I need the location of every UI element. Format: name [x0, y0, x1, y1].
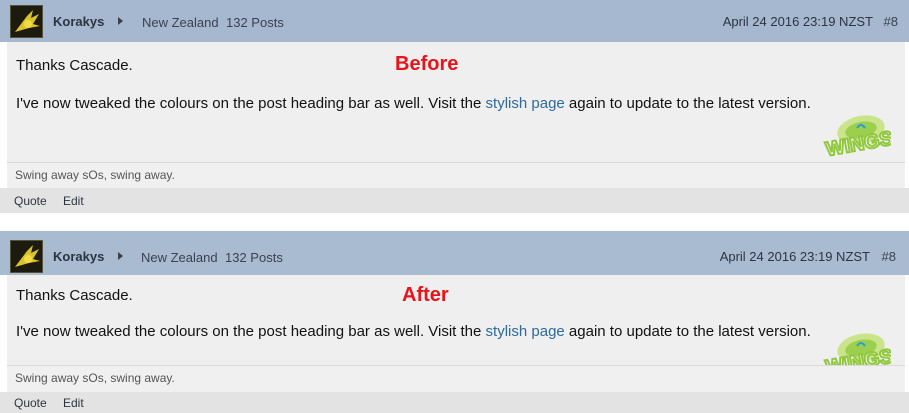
- post-text-segment: I've now tweaked the colours on the post…: [16, 323, 486, 340]
- arrow-right-icon[interactable]: [118, 252, 123, 260]
- post-count: 132 Posts: [226, 15, 284, 30]
- winged-emblem-icon: [11, 241, 42, 272]
- post-date: April 24 2016 23:19 NZST: [722, 14, 873, 29]
- stylish-page-link[interactable]: stylish page: [486, 95, 565, 112]
- signature: Swing away sOs, swing away.: [7, 162, 905, 189]
- signature: Swing away sOs, swing away.: [7, 365, 905, 392]
- username[interactable]: Korakys: [53, 14, 104, 29]
- signature-text: Swing away sOs, swing away.: [15, 168, 175, 182]
- quote-button[interactable]: Quote: [14, 194, 47, 208]
- post-number[interactable]: #8: [884, 14, 898, 29]
- before-label: Before: [395, 53, 459, 75]
- post-count: 132 Posts: [225, 250, 283, 265]
- wings-logo-text: WINGS: [824, 127, 891, 160]
- wings-logo: WINGS: [823, 115, 891, 162]
- post-text-segment: again to update to the latest version.: [564, 95, 811, 112]
- edit-button[interactable]: Edit: [63, 194, 84, 208]
- post-header: Korakys New Zealand 132 Posts April 24 2…: [0, 231, 909, 275]
- post-actions: Quote Edit: [0, 392, 909, 413]
- edit-button[interactable]: Edit: [63, 396, 84, 410]
- post-text-segment: I've now tweaked the colours on the post…: [16, 95, 486, 112]
- post-header: Korakys New Zealand 132 Posts April 24 2…: [0, 0, 909, 42]
- quote-button[interactable]: Quote: [14, 396, 47, 410]
- post-body: Thanks Cascade. I've now tweaked the col…: [7, 275, 905, 380]
- arrow-right-icon[interactable]: [118, 17, 123, 25]
- post-after: Korakys New Zealand 132 Posts April 24 2…: [0, 228, 909, 413]
- user-location: New Zealand: [142, 15, 219, 30]
- post-number[interactable]: #8: [882, 249, 896, 264]
- winged-emblem-icon: [11, 6, 42, 37]
- post-date: April 24 2016 23:19 NZST: [719, 249, 870, 264]
- after-label: After: [402, 284, 449, 306]
- post-actions: Quote Edit: [0, 188, 909, 213]
- username[interactable]: Korakys: [53, 249, 104, 264]
- signature-text: Swing away sOs, swing away.: [15, 371, 175, 385]
- stylish-page-link[interactable]: stylish page: [486, 323, 565, 340]
- post-text-line-2: I've now tweaked the colours on the post…: [16, 323, 811, 340]
- avatar[interactable]: [10, 5, 43, 38]
- post-text-line-1: Thanks Cascade.: [16, 287, 133, 304]
- post-text-line-1: Thanks Cascade.: [16, 57, 133, 74]
- post-before: Korakys New Zealand 132 Posts April 24 2…: [0, 0, 909, 213]
- post-text-segment: again to update to the latest version.: [564, 323, 811, 340]
- user-location: New Zealand: [141, 250, 218, 265]
- avatar[interactable]: [10, 240, 43, 273]
- post-text-line-2: I've now tweaked the colours on the post…: [16, 95, 811, 112]
